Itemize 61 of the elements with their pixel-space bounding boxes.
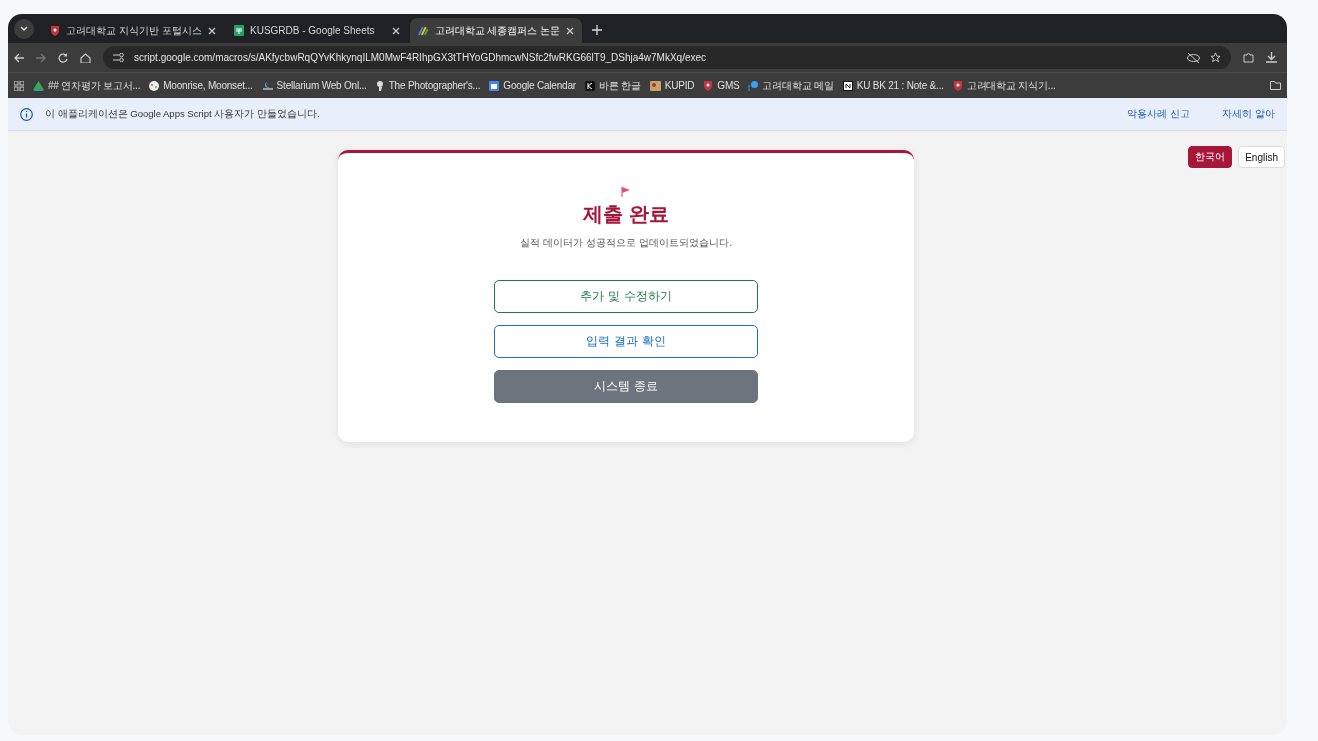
bookmark[interactable]: Google Calendar bbox=[489, 80, 576, 91]
bookmark[interactable]: Moonrise, Moonset... bbox=[149, 80, 253, 91]
info-icon bbox=[20, 107, 33, 121]
tab-search-button[interactable] bbox=[14, 19, 34, 39]
bookmark[interactable]: ## 연차평가 보고서... bbox=[33, 78, 141, 93]
language-button[interactable]: English bbox=[1238, 146, 1285, 168]
flag-icon bbox=[621, 187, 631, 197]
script-icon bbox=[418, 25, 429, 36]
calendar-icon bbox=[489, 80, 500, 91]
folder-icon[interactable] bbox=[1270, 81, 1281, 90]
bookmark[interactable]: KU BK 21 : Note &... bbox=[842, 80, 944, 91]
tab-title: 고려대학교 지식기반 포털시스 bbox=[66, 23, 202, 38]
action-button[interactable]: 시스템 종료 bbox=[494, 370, 758, 403]
new-tab-icon[interactable] bbox=[592, 25, 602, 35]
mail-icon bbox=[748, 80, 759, 91]
close-icon[interactable] bbox=[392, 26, 400, 35]
browser-tab[interactable]: 고려대학교 지식기반 포털시스 bbox=[42, 18, 224, 43]
star-icon[interactable] bbox=[1210, 52, 1221, 63]
address-bar[interactable]: script.google.com/macros/s/AKfycbwRqQYvKhkynqILM0MwF4RIhpGX3tTHYoGDhmcwNSfc2fwRKG66lT9_DShja4w7MkXq/exec bbox=[103, 46, 1231, 69]
language-button[interactable]: 한국어 bbox=[1188, 146, 1233, 168]
action-button[interactable]: 추가 및 수정하기 bbox=[494, 280, 758, 313]
bookmark[interactable]: KUPID bbox=[649, 80, 695, 91]
bookmark[interactable]: 바른 한글 bbox=[584, 78, 641, 93]
moon-icon bbox=[261, 80, 273, 91]
back-icon[interactable] bbox=[14, 52, 24, 63]
info-link[interactable]: 악용사례 신고 bbox=[1126, 107, 1190, 121]
forward-icon[interactable] bbox=[36, 52, 46, 63]
notion-icon bbox=[842, 80, 853, 91]
spreadsheet-icon bbox=[234, 25, 244, 36]
picture-icon bbox=[649, 80, 661, 91]
site-settings-icon[interactable] bbox=[113, 53, 124, 62]
shield-icon bbox=[703, 80, 714, 91]
tab-title: 고려대학교 세종캠퍼스 논문 bbox=[434, 23, 561, 38]
action-button[interactable]: 입력 결과 확인 bbox=[494, 325, 758, 358]
bookmark[interactable]: The Photographer's... bbox=[375, 80, 481, 91]
browser-tab[interactable]: KUSGRDB - Google Sheets bbox=[226, 18, 408, 43]
card-subtitle: 실적 데이터가 성공적으로 업데이트되었습니다. bbox=[519, 236, 733, 250]
bookmark[interactable]: GMS bbox=[703, 80, 740, 91]
reload-icon[interactable] bbox=[58, 52, 68, 63]
download-icon[interactable] bbox=[1266, 52, 1277, 63]
info-link[interactable]: 자세히 알아 bbox=[1221, 107, 1275, 121]
bookmark[interactable]: 고려대학교 메일 bbox=[748, 78, 834, 93]
home-icon[interactable] bbox=[80, 52, 91, 63]
close-icon[interactable] bbox=[208, 26, 216, 35]
letter-k-icon bbox=[584, 80, 595, 91]
card-title: 제출 완료 bbox=[582, 201, 670, 228]
close-icon[interactable] bbox=[566, 26, 574, 35]
figure-icon bbox=[375, 80, 385, 91]
circle-icon bbox=[149, 80, 160, 91]
eye-slash-icon[interactable] bbox=[1187, 52, 1200, 63]
shield-icon bbox=[50, 25, 60, 36]
chevron-down-icon bbox=[20, 26, 28, 32]
shield-icon bbox=[952, 80, 963, 91]
browser-tab[interactable]: 고려대학교 세종캠퍼스 논문 bbox=[410, 18, 582, 43]
apps-grid-icon[interactable] bbox=[14, 80, 24, 91]
info-message: 이 애플리케이션은 Google Apps Script 사용자가 만들었습니다. bbox=[45, 107, 321, 121]
bookmark[interactable]: Stellarium Web Onl... bbox=[261, 80, 367, 91]
bookmark[interactable]: 고려대학교 지식기... bbox=[952, 78, 1056, 93]
triangle-icon bbox=[33, 80, 44, 91]
url-text: script.google.com/macros/s/AKfycbwRqQYvKhkynqILM0MwF4RIhpGX3tTHYoGDhmcwNSfc2fwRKG66lT9_DShja4w7MkXq/exec bbox=[134, 52, 708, 63]
tab-title: KUSGRDB - Google Sheets bbox=[250, 25, 376, 36]
